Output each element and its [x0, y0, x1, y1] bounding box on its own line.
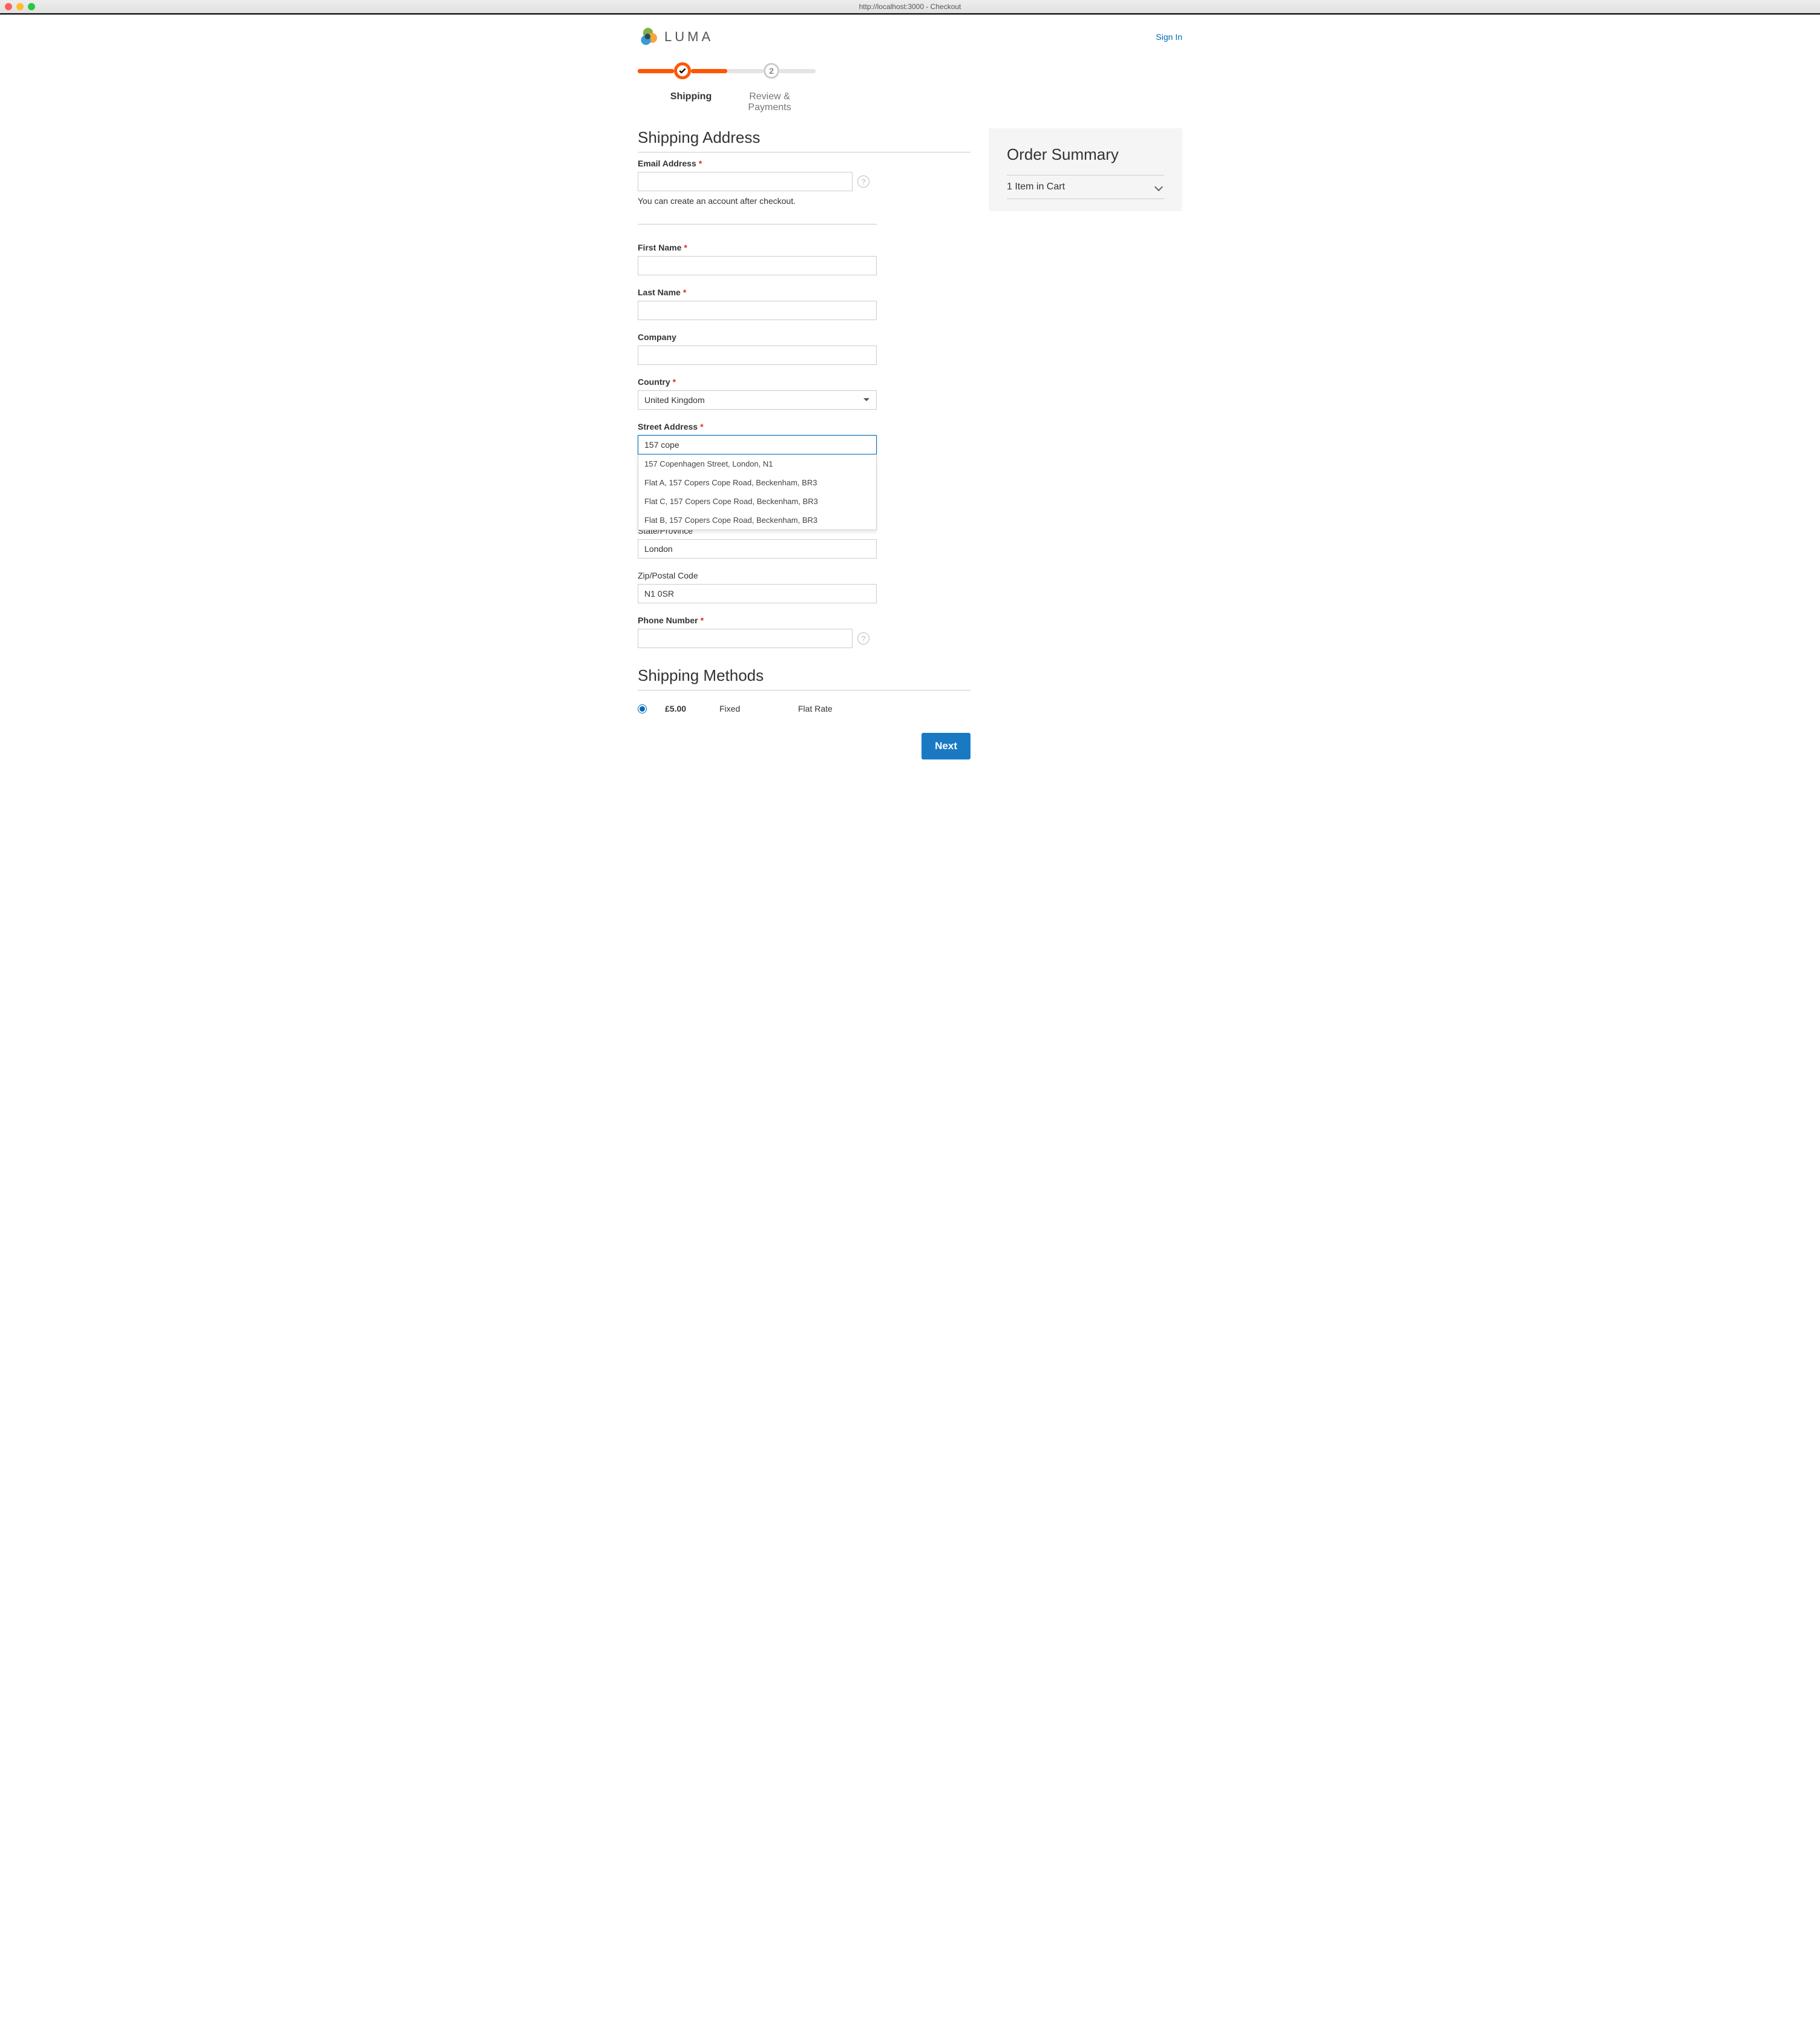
logo[interactable]: LUMA	[638, 27, 713, 47]
firstname-label: First Name*	[638, 243, 877, 252]
next-button[interactable]: Next	[921, 733, 971, 759]
window-title: http://localhost:3000 - Checkout	[859, 2, 961, 11]
order-summary: Order Summary 1 Item in Cart	[989, 128, 1182, 211]
street-autocomplete-dropdown: 157 Copenhagen Street, London, N1 Flat A…	[638, 454, 877, 530]
shipping-method-price: £5.00	[665, 704, 701, 713]
street-label: Street Address*	[638, 422, 877, 431]
email-field[interactable]	[638, 172, 853, 191]
company-label: Company	[638, 332, 877, 342]
autocomplete-item[interactable]: Flat C, 157 Copers Cope Road, Beckenham,…	[638, 492, 876, 511]
autocomplete-item[interactable]: Flat B, 157 Copers Cope Road, Beckenham,…	[638, 511, 876, 530]
order-summary-items-label: 1 Item in Cart	[1007, 182, 1065, 192]
step-1-indicator	[674, 62, 691, 79]
company-field[interactable]	[638, 346, 877, 365]
country-label: Country*	[638, 377, 877, 387]
phone-label: Phone Number*	[638, 615, 877, 625]
checkout-progress: 2	[638, 62, 1182, 79]
step-2-label: Review & Payments	[730, 91, 809, 113]
step-2-indicator: 2	[764, 63, 779, 79]
logo-text: LUMA	[664, 29, 713, 45]
phone-field[interactable]	[638, 629, 853, 648]
window-titlebar: http://localhost:3000 - Checkout	[0, 0, 1820, 13]
firstname-field[interactable]	[638, 256, 877, 275]
shipping-method-radio[interactable]	[638, 704, 647, 713]
phone-tooltip-icon[interactable]: ?	[857, 632, 869, 644]
close-window-button[interactable]	[5, 3, 12, 10]
step-1-label: Shipping	[652, 91, 730, 113]
order-summary-items-toggle[interactable]: 1 Item in Cart	[1007, 175, 1164, 199]
shipping-method-name: Fixed	[719, 704, 780, 713]
email-tooltip-icon[interactable]: ?	[857, 175, 869, 188]
email-label: Email Address*	[638, 159, 877, 168]
maximize-window-button[interactable]	[28, 3, 35, 10]
autocomplete-item[interactable]: 157 Copenhagen Street, London, N1	[638, 454, 876, 473]
checkmark-icon	[678, 67, 687, 75]
luma-logo-icon	[638, 27, 658, 47]
country-select[interactable]: United Kingdom	[638, 390, 877, 410]
chevron-down-icon	[1154, 183, 1163, 191]
sign-in-link[interactable]: Sign In	[1156, 32, 1182, 42]
traffic-lights	[5, 3, 35, 10]
zip-label: Zip/Postal Code	[638, 571, 877, 580]
zip-field[interactable]	[638, 584, 877, 603]
order-summary-title: Order Summary	[1007, 145, 1164, 164]
state-field[interactable]	[638, 539, 877, 559]
street-field[interactable]	[638, 435, 877, 454]
minimize-window-button[interactable]	[16, 3, 24, 10]
shipping-address-title: Shipping Address	[638, 128, 971, 152]
section-divider	[638, 224, 877, 225]
autocomplete-item[interactable]: Flat A, 157 Copers Cope Road, Beckenham,…	[638, 473, 876, 492]
shipping-method-carrier: Flat Rate	[798, 704, 833, 713]
email-hint: You can create an account after checkout…	[638, 196, 877, 206]
lastname-label: Last Name*	[638, 287, 877, 297]
shipping-method-row[interactable]: £5.00 Fixed Flat Rate	[638, 697, 971, 721]
header: LUMA Sign In	[638, 27, 1182, 47]
lastname-field[interactable]	[638, 301, 877, 320]
shipping-methods-title: Shipping Methods	[638, 666, 971, 690]
